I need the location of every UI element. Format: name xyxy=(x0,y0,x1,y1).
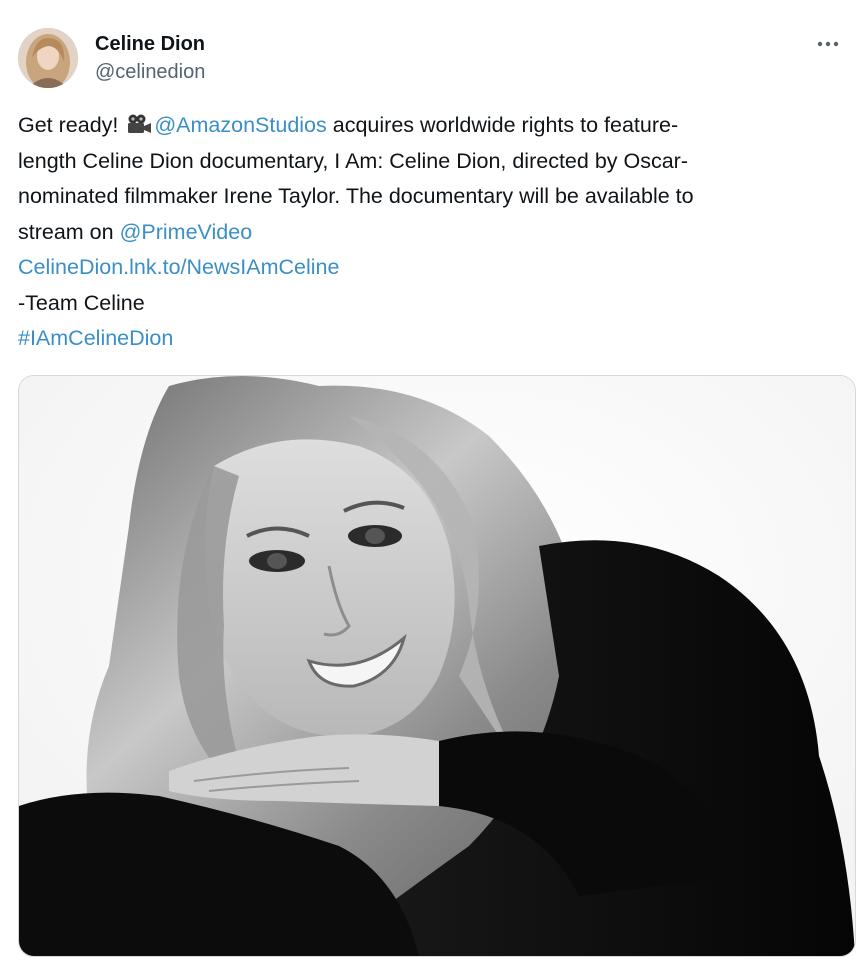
tweet-header: Celine Dion @celinedion xyxy=(18,28,842,90)
more-options-button[interactable] xyxy=(814,30,842,58)
portrait-photo xyxy=(19,376,855,956)
tweet-line-5: CelineDion.lnk.to/NewsIAmCeline xyxy=(18,250,848,286)
external-url-link[interactable]: CelineDion.lnk.to/NewsIAmCeline xyxy=(18,255,339,279)
author-handle[interactable]: @celinedion xyxy=(95,59,205,85)
author-display-name[interactable]: Celine Dion xyxy=(95,32,205,56)
avatar[interactable] xyxy=(18,28,78,88)
mention-amazonstudios-link[interactable]: @AmazonStudios xyxy=(154,113,326,137)
tweet-line-7: #IAmCelineDion xyxy=(18,321,848,357)
tweet-line-4: stream on @PrimeVideo xyxy=(18,215,848,251)
tweet-text: Get ready! @AmazonStudios acquires world… xyxy=(18,108,848,357)
tweet-signature: -Team Celine xyxy=(18,290,145,315)
tweet-line-3: nominated filmmaker Irene Taylor. The do… xyxy=(18,184,694,208)
tweet-card: Celine Dion @celinedion Get ready! @Amaz… xyxy=(0,0,860,966)
tweet-line-1: Get ready! @AmazonStudios acquires world… xyxy=(18,108,848,144)
author-names: Celine Dion @celinedion xyxy=(95,32,205,85)
hashtag-link[interactable]: #IAmCelineDion xyxy=(18,326,173,350)
tweet-text-segment: acquires worldwide rights to feature- xyxy=(326,113,679,137)
tweet-media-image[interactable] xyxy=(18,375,856,957)
mention-primevideo-link[interactable]: @PrimeVideo xyxy=(120,220,253,244)
tweet-text-segment: Get ready! xyxy=(18,113,125,137)
avatar-photo-icon xyxy=(18,28,78,88)
more-horizontal-icon xyxy=(817,41,839,47)
movie-camera-icon xyxy=(128,114,152,133)
tweet-line-2: length Celine Dion documentary, I Am: Ce… xyxy=(18,148,688,173)
tweet-text-segment: stream on xyxy=(18,219,120,244)
